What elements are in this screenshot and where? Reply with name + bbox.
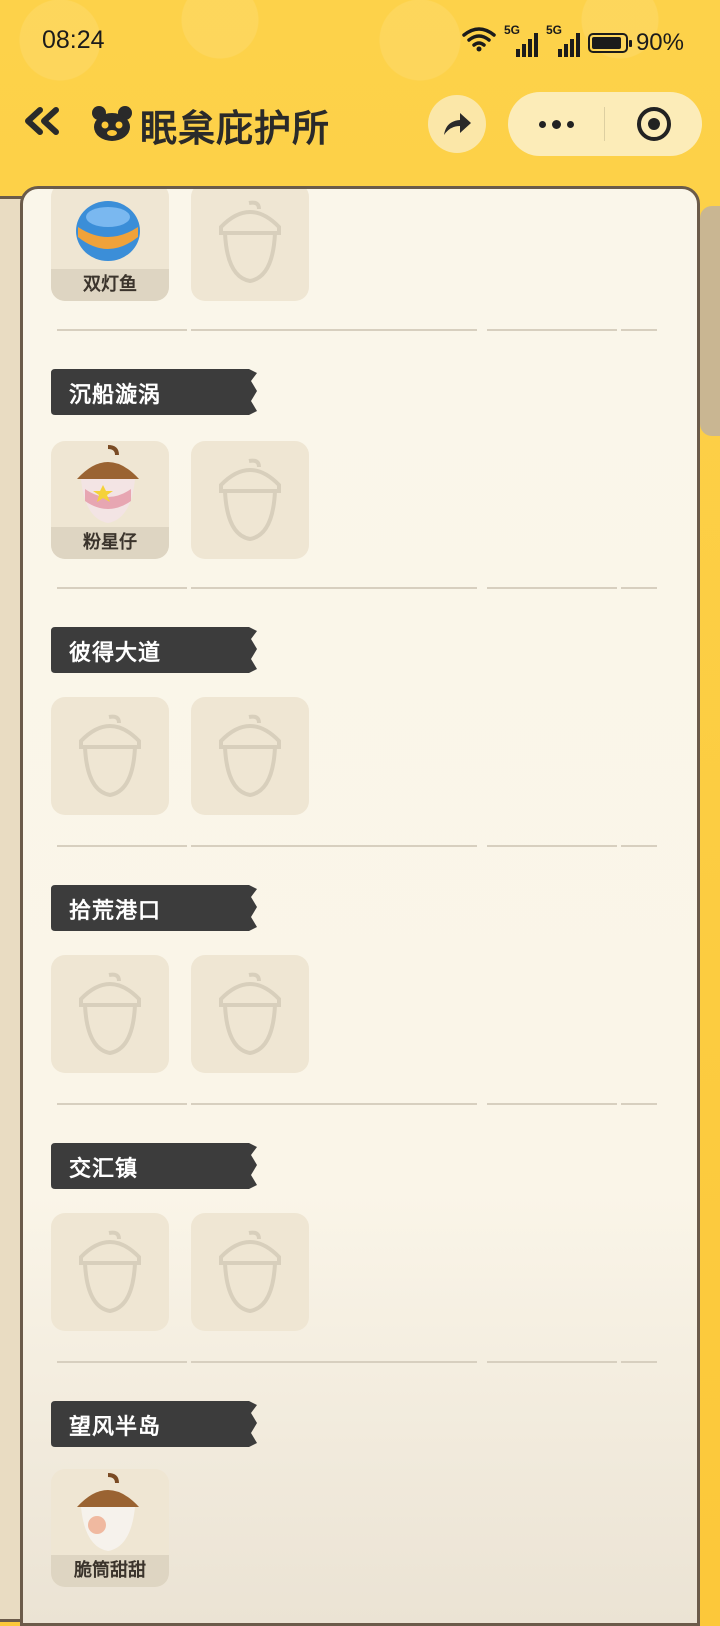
- cone-sweet-pet-icon: [73, 1473, 143, 1557]
- acorn-placeholder-icon: [79, 714, 141, 798]
- pet-slot-empty[interactable]: [191, 1213, 309, 1331]
- section-divider: [57, 1103, 657, 1105]
- target-close-icon: [636, 107, 671, 141]
- share-arrow-icon: [444, 113, 471, 135]
- wifi-icon: [462, 26, 496, 59]
- more-dot-icon: [551, 119, 561, 129]
- section-title: 拾荒港口: [69, 899, 162, 924]
- section-divider: [57, 1361, 657, 1363]
- pet-slot-empty[interactable]: [51, 955, 169, 1073]
- nav-title-group: 眠枲庇护所: [90, 98, 330, 152]
- section-tag-peter-avenue: 彼得大道: [51, 627, 257, 673]
- battery-percent: 90%: [635, 28, 684, 56]
- pet-name: 双灯鱼: [51, 269, 169, 301]
- section-tag-sunken-ship-whirlpool: 沉船漩涡: [51, 369, 257, 415]
- pet-slot-filled[interactable]: 脆筒甜甜: [51, 1469, 169, 1587]
- pet-slot-empty[interactable]: [191, 441, 309, 559]
- section-divider: [57, 329, 657, 331]
- close-mini-program-button[interactable]: [605, 105, 702, 143]
- sanctuary-card[interactable]: 双灯鱼 沉船漩涡 粉星仔 彼得大道 拾荒港口 交汇镇 望风半岛 脆筒甜甜: [20, 186, 700, 1626]
- acorn-placeholder-icon: [219, 200, 281, 284]
- acorn-placeholder-icon: [219, 458, 281, 542]
- acorn-placeholder-icon: [79, 972, 141, 1056]
- pink-star-pet-icon: [73, 445, 143, 529]
- pet-slot-filled[interactable]: 粉星仔: [51, 441, 169, 559]
- status-bar: 08:24 5G 5G 90%: [0, 0, 720, 86]
- section-divider: [57, 845, 657, 847]
- pet-slot-empty[interactable]: [51, 1213, 169, 1331]
- more-dot-icon: [566, 120, 574, 128]
- more-button[interactable]: [508, 92, 604, 156]
- section-title: 沉船漩涡: [69, 383, 162, 408]
- section-tag-windwatch-peninsula: 望风半岛: [51, 1401, 257, 1447]
- mascot-logo-icon: [90, 103, 134, 147]
- signal-icon-2: 5G: [546, 23, 580, 57]
- acorn-placeholder-icon: [79, 1230, 141, 1314]
- pet-slot-empty[interactable]: [191, 955, 309, 1073]
- signal-icon-1: 5G: [504, 23, 538, 57]
- pet-slot-empty[interactable]: [51, 697, 169, 815]
- status-time: 08:24: [42, 26, 105, 54]
- pet-name: 粉星仔: [51, 527, 169, 559]
- pet-slot-empty[interactable]: [191, 697, 309, 815]
- pet-name: 脆筒甜甜: [51, 1555, 169, 1587]
- share-button[interactable]: [428, 95, 486, 153]
- acorn-placeholder-icon: [219, 972, 281, 1056]
- double-lantern-fish-icon: [73, 189, 143, 271]
- section-tag-junction-town: 交汇镇: [51, 1143, 257, 1189]
- section-title: 交汇镇: [69, 1157, 139, 1182]
- section-title: 彼得大道: [69, 641, 162, 666]
- mini-program-capsule: [508, 92, 702, 156]
- section-divider: [57, 587, 657, 589]
- battery-icon: [587, 32, 632, 53]
- more-dot-icon: [538, 120, 546, 128]
- back-button[interactable]: [22, 100, 64, 142]
- acorn-placeholder-icon: [219, 1230, 281, 1314]
- pet-slot-filled[interactable]: 双灯鱼: [51, 189, 169, 301]
- double-chevron-left-icon: [25, 107, 59, 135]
- section-tag-scavenger-port: 拾荒港口: [51, 885, 257, 931]
- pet-slot-empty[interactable]: [191, 189, 309, 301]
- section-title: 望风半岛: [69, 1415, 162, 1440]
- status-icons: 5G 5G 90%: [462, 23, 684, 59]
- paper-side-tab: [700, 206, 720, 436]
- acorn-placeholder-icon: [219, 714, 281, 798]
- page-title: 眠枲庇护所: [140, 107, 330, 150]
